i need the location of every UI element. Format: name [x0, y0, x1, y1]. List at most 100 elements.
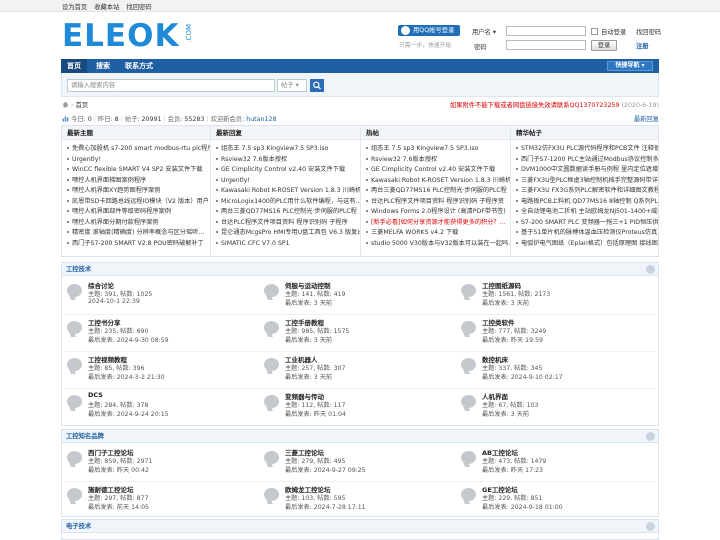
qq-login-button[interactable]: 用QQ帐号登录 — [398, 25, 460, 36]
breadcrumb-home[interactable]: 首页 — [76, 102, 89, 109]
newest-replies-link[interactable]: 最新回复 — [634, 114, 659, 123]
forum-last-post[interactable]: 2024-10-1 22:39 — [88, 298, 140, 305]
list-item[interactable]: DVM1000中文圆数据读手册与例程 里内定位遮增图 — [516, 165, 658, 176]
forum-last-post[interactable]: 最后发表: 前天 14:05 — [88, 502, 149, 511]
list-item[interactable]: S7-200 SMART PLC 变频器一拖三+1 PID恒压供 — [516, 218, 658, 229]
search-type-select[interactable]: 帖子 ▾ — [277, 79, 307, 92]
list-item[interactable]: SIMATIC CFC V7.0 SP1 — [216, 239, 360, 250]
list-item[interactable]: 电路板PCB上料机 QD77MS16 8轴控制 Q系列PLC — [516, 197, 658, 208]
nav-home[interactable]: 首页 — [61, 59, 87, 73]
forum-last-post[interactable]: 最后发表: 2024-9-24 20:15 — [88, 409, 169, 418]
forum-bubble-icon[interactable] — [461, 451, 476, 464]
collapse-icon[interactable] — [646, 522, 655, 531]
list-item[interactable]: 三菱FX3U型PLC框虚3轴控制机械手完整源码带详 — [516, 176, 658, 187]
forum-last-post[interactable]: 最后发表: 3 天前 — [285, 372, 332, 381]
password-input[interactable] — [506, 40, 586, 50]
forum-last-post[interactable]: 最后发表: 3 天前 — [285, 335, 332, 344]
forum-bubble-icon[interactable] — [461, 395, 476, 408]
forum-bubble-icon[interactable] — [264, 358, 279, 371]
forum-last-post[interactable]: 最后发表: 3 天前 — [482, 298, 529, 307]
list-item[interactable]: 三菱MELFA WORKS v4.2 下载 — [366, 228, 510, 239]
list-item[interactable]: 精密度 滚轴度(精确度) 分辨率概念与区分瑶听… — [67, 228, 210, 239]
section-title[interactable]: 工控知名品牌 — [62, 430, 658, 443]
forum-last-post[interactable]: 最后发表: 2024-9-10 02:17 — [482, 372, 563, 381]
forum-last-post[interactable]: 最后发表: 3 天前 — [482, 409, 529, 418]
home-icon[interactable] — [62, 101, 69, 108]
forum-bubble-icon[interactable] — [67, 358, 82, 371]
forum-bubble-icon[interactable] — [67, 395, 82, 408]
list-item[interactable]: 免費心加股机 s7-200 smart modbus-rtu plc程序概 — [67, 144, 210, 155]
forum-bubble-icon[interactable] — [461, 488, 476, 501]
search-input[interactable]: 请输入搜索内容 — [67, 79, 275, 92]
list-item[interactable]: Rsview32 7.6版本授权 — [366, 155, 510, 166]
section-title[interactable]: 工控技术 — [62, 263, 658, 276]
forum-bubble-icon[interactable] — [67, 488, 82, 501]
forum-last-post[interactable]: 最后发表: 昨天 00:42 — [88, 465, 149, 474]
forum-bubble-icon[interactable] — [264, 488, 279, 501]
list-item[interactable]: STM32仿FX3U PLC源代码程序和PCB文件 注释很 — [516, 144, 658, 155]
collapse-icon[interactable] — [646, 432, 655, 441]
forum-last-post[interactable]: 最后发表: 3 天前 — [285, 298, 332, 307]
forum-last-post[interactable]: 最后发表: 2024-9-18 01:00 — [482, 502, 563, 511]
forum-last-post[interactable]: 最后发表: 昨天 01:04 — [285, 409, 346, 418]
list-item[interactable]: 两台三菱QD77MS16 PLC控制光·步伺服的PLC程 — [366, 186, 510, 197]
list-item[interactable]: 西门子S7-1200 PLC主站通过Modbus协议控制多 — [516, 155, 658, 166]
forum-last-post[interactable]: 最后发表: 2024-9-30 08:59 — [88, 335, 169, 344]
forum-bubble-icon[interactable] — [264, 284, 279, 297]
list-item[interactable]: 凯恩带SD卡回路总线远程IO模块（V2 版本）用户 — [67, 197, 210, 208]
new-member-link[interactable]: hutan128 — [246, 116, 276, 123]
list-item[interactable]: MicroLogix1400的PLC用什么软件编程，与这有… — [216, 197, 360, 208]
list-item[interactable]: 台达PLC程序文件项目资料 程序识别码 子程序资 — [366, 197, 510, 208]
forum-name[interactable]: DCS — [88, 391, 103, 399]
list-item[interactable]: 电弧炉电气图纸（Eplan格式）包括原理图 接线图 — [516, 239, 658, 250]
forum-bubble-icon[interactable] — [461, 358, 476, 371]
find-password-link[interactable]: 找回密码 — [126, 4, 151, 11]
forum-bubble-icon[interactable] — [461, 321, 476, 334]
forum-bubble-icon[interactable] — [264, 451, 279, 464]
list-item[interactable]: 台达PLC程序文件项目资料 程序识别码 子程序 — [216, 218, 360, 229]
list-item[interactable]: WinCC flexible SMART V4 SP2 安装文件下载 — [67, 165, 210, 176]
list-item[interactable]: studio 5000 V30版本与V32版本可以装在一起吗… — [366, 239, 510, 250]
nav-contact[interactable]: 联系方式 — [125, 59, 153, 73]
list-item[interactable]: Urgently! — [216, 176, 360, 187]
forum-last-post[interactable]: 最后发表: 昨天 19:59 — [482, 335, 543, 344]
list-item[interactable]: 嘿控人机界面分期付款程序案例 — [67, 218, 210, 229]
search-button[interactable] — [310, 79, 324, 92]
register-link[interactable]: 注册 — [636, 41, 649, 50]
collapse-icon[interactable] — [646, 265, 655, 274]
nav-search[interactable]: 搜索 — [96, 59, 110, 73]
auto-login-checkbox[interactable] — [591, 28, 598, 35]
forum-last-post[interactable]: 最后发表: 2024-7-28 17:11 — [285, 502, 366, 511]
list-item[interactable]: Urgently! — [67, 155, 210, 166]
forum-bubble-icon[interactable] — [264, 321, 279, 334]
username-input[interactable] — [506, 26, 586, 36]
list-item[interactable]: 嘿控人机界面XY趋势图程序案例 — [67, 186, 210, 197]
list-item[interactable]: [新手必看]如何分享资源才能获得更多的积分？… — [366, 218, 510, 229]
forum-bubble-icon[interactable] — [67, 451, 82, 464]
list-item[interactable]: 嘿控人机界面梯图案例程序 — [67, 176, 210, 187]
list-item[interactable]: GE Cimplicity Control v2.40 安装文件下载 — [216, 165, 360, 176]
username-type-select[interactable]: 用户名 ▾ — [472, 27, 496, 36]
list-item[interactable]: 组态王 7.5 sp3 Kingview7.5 SP3.iso — [216, 144, 360, 155]
forum-last-post[interactable]: 最后发表: 昨天 17:23 — [482, 465, 543, 474]
forum-last-post[interactable]: 最后发表: 2024-9-27 09:25 — [285, 465, 366, 474]
quick-nav-button[interactable]: 快捷导航 ▾ — [607, 61, 653, 71]
list-item[interactable]: 全自动锂电池二折机 主站欧姆龙NJ501-1400+威纶 — [516, 207, 658, 218]
list-item[interactable]: 三菱FX3U FX3G系列PLC解密软件和详细图文教程 — [516, 186, 658, 197]
bookmark-link[interactable]: 收藏本站 — [94, 4, 119, 11]
list-item[interactable]: Kawasaki Robot K-ROSET Version 1.8.3 川崎机… — [366, 176, 510, 187]
login-button[interactable]: 登录 — [591, 40, 617, 51]
list-item[interactable]: Rsview32 7.6版本授权 — [216, 155, 360, 166]
list-item[interactable]: Kawasaki Robot K-ROSET Version 1.8.3 川崎机… — [216, 186, 360, 197]
site-logo[interactable]: ELEOK .COM — [62, 20, 193, 52]
list-item[interactable]: 两台三菱QD77MS16 PLC控制光·步伺服的PLC程 — [216, 207, 360, 218]
list-item[interactable]: Windows Forms 2.0程序设计 (高清PDF带书签) — [366, 207, 510, 218]
list-item[interactable]: 昆仑通态McgsPro HMI专用U盘工具包 V6.3 版复出 — [216, 228, 360, 239]
list-item[interactable]: 组态王 7.5 sp3 Kingview7.5 SP3.iso — [366, 144, 510, 155]
list-item[interactable]: 西门子S7-200 SMART V2.8 POU密码破解补丁 — [67, 239, 210, 250]
list-item[interactable]: GE Cimplicity Control v2.40 安装文件下载 — [366, 165, 510, 176]
forum-last-post[interactable]: 最后发表: 2024-3-2 21:30 — [88, 372, 165, 381]
forum-bubble-icon[interactable] — [461, 284, 476, 297]
list-item[interactable]: 基于51单片机的脉搏体温血压检测仪Proteus仿真 — [516, 228, 658, 239]
announcement[interactable]: 如果附件不能下载或者网盘链接失效请联系QQ1370723259 (2020-6-… — [450, 100, 659, 109]
